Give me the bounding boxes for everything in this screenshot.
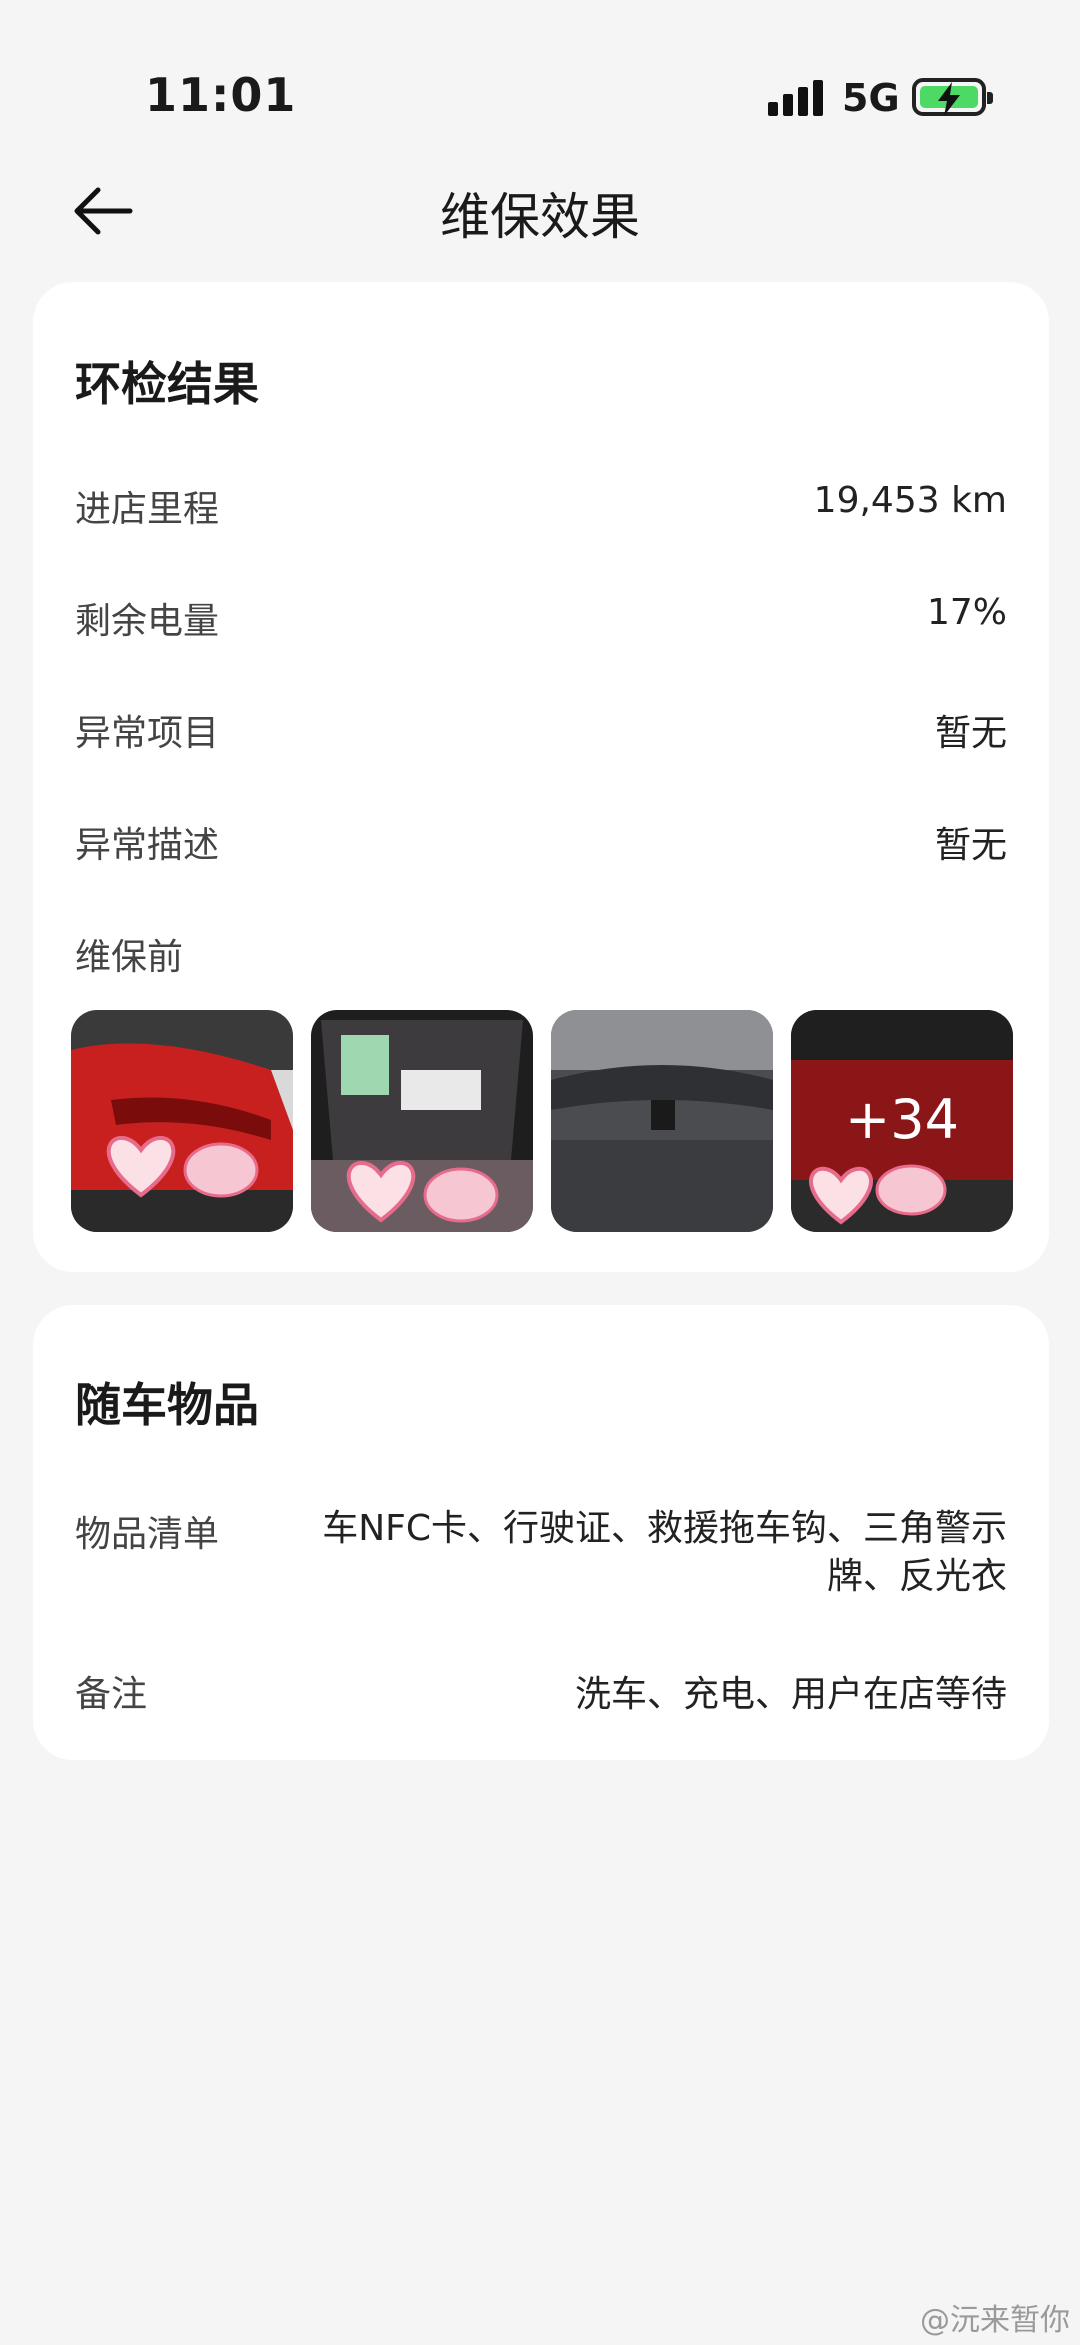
photo-gallery: +34: [71, 1010, 1013, 1234]
note-label: 备注: [75, 1674, 148, 1715]
abnormal-description-value: 暂无: [934, 825, 1007, 866]
items-row: 物品清单 车NFC卡、行驶证、救援拖车钩、三角警示牌、反光衣: [75, 1505, 1007, 1615]
page-title: 维保效果: [440, 188, 640, 246]
battery-level-value: 17%: [926, 592, 1007, 633]
more-photos-button[interactable]: +34: [791, 1010, 1013, 1232]
abnormal-items-label: 异常项目: [75, 713, 220, 754]
abnormal-items-value: 暂无: [934, 713, 1007, 754]
status-time: 11:01: [145, 68, 297, 122]
belongings-title: 随车物品: [75, 1378, 259, 1432]
mileage-row: 进店里程 19,453 km: [75, 480, 1007, 530]
before-maintenance-label: 维保前: [75, 937, 184, 978]
abnormal-description-row: 异常描述 暂无: [75, 816, 1007, 866]
signal-icon: [768, 80, 824, 116]
photo-thumbnail[interactable]: [311, 1010, 533, 1232]
before-maintenance-row: 维保前: [75, 928, 1007, 978]
mileage-value: 19,453 km: [813, 480, 1007, 521]
watermark: @沅来暂你: [920, 2303, 1070, 2338]
photo-thumbnail[interactable]: [71, 1010, 293, 1232]
abnormal-items-row: 异常项目 暂无: [75, 704, 1007, 754]
battery-charging-icon: [912, 78, 993, 116]
items-label: 物品清单: [75, 1514, 220, 1555]
abnormal-description-label: 异常描述: [75, 825, 220, 866]
status-bar: 11:01 5G: [0, 0, 1080, 150]
items-value: 车NFC卡、行驶证、救援拖车钩、三角警示牌、反光衣: [322, 1508, 1007, 1597]
inspection-title: 环检结果: [75, 357, 259, 411]
photo-thumbnail[interactable]: [551, 1010, 773, 1232]
battery-level-label: 剩余电量: [75, 601, 220, 642]
mileage-label: 进店里程: [75, 489, 220, 530]
network-type: 5G: [842, 76, 900, 120]
belongings-card: 随车物品 物品清单 车NFC卡、行驶证、救援拖车钩、三角警示牌、反光衣 备注 洗…: [33, 1305, 1049, 1760]
inspection-card: 环检结果 进店里程 19,453 km 剩余电量 17% 异常项目 暂无 异常描…: [33, 282, 1049, 1272]
more-photos-count: +34: [845, 1088, 959, 1151]
note-row: 备注 洗车、充电、用户在店等待: [75, 1665, 1007, 1715]
note-value: 洗车、充电、用户在店等待: [574, 1674, 1007, 1715]
battery-level-row: 剩余电量 17%: [75, 592, 1007, 642]
